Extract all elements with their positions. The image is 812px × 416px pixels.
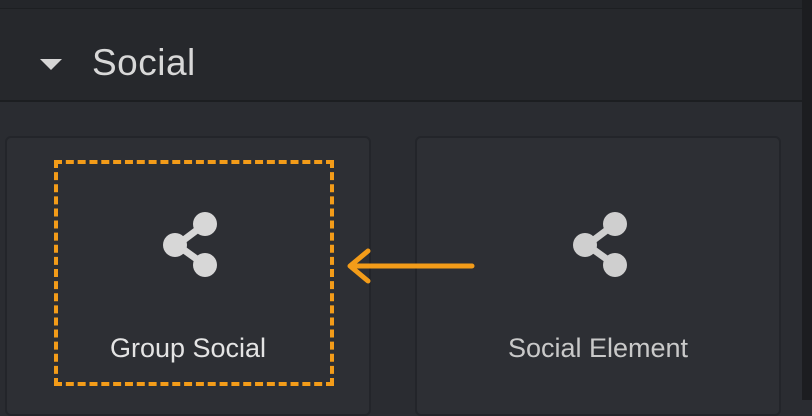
arrow-left-icon	[347, 248, 475, 284]
top-divider	[0, 0, 812, 8]
widget-group-social[interactable]: Group Social	[5, 136, 371, 416]
caret-down-icon[interactable]	[40, 59, 62, 70]
share-icon	[573, 212, 627, 277]
section-header-social[interactable]: Social	[0, 8, 802, 102]
widget-label: Social Element	[507, 333, 689, 363]
scrollbar-track[interactable]	[802, 0, 812, 400]
share-icon	[163, 212, 217, 277]
section-title: Social	[92, 42, 196, 83]
widget-label: Group Social	[109, 333, 267, 363]
